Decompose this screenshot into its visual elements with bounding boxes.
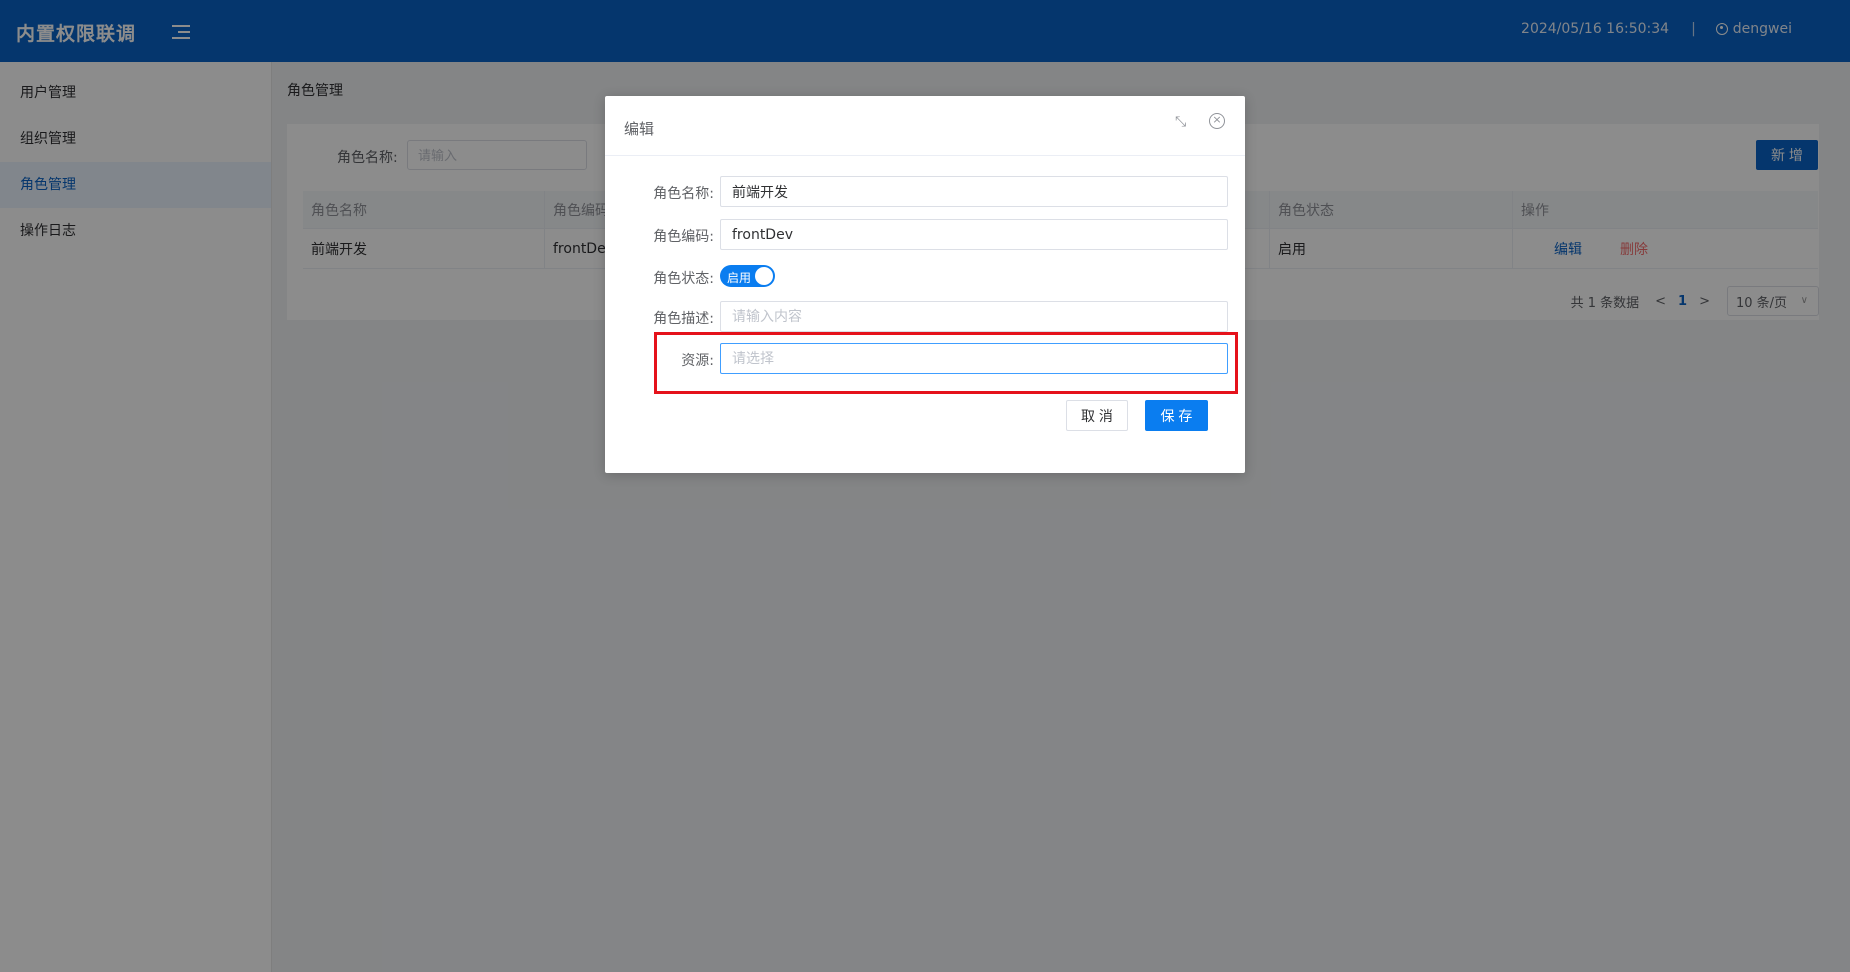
role-code-field[interactable]	[720, 219, 1228, 250]
dialog-header: 编辑 ⤡ ×	[605, 96, 1245, 156]
role-desc-label: 角色描述:	[653, 311, 714, 327]
role-code-label: 角色编码:	[653, 229, 714, 245]
role-name-label: 角色名称:	[653, 186, 714, 202]
toggle-knob	[755, 267, 773, 285]
close-icon[interactable]: ×	[1209, 113, 1225, 129]
fullscreen-icon[interactable]: ⤡	[1175, 114, 1186, 130]
dialog-title: 编辑	[624, 120, 655, 138]
role-desc-field[interactable]	[720, 301, 1228, 332]
role-name-field[interactable]	[720, 176, 1228, 207]
form-row-name: 角色名称:	[605, 176, 1245, 208]
role-status-label: 角色状态:	[653, 271, 714, 287]
edit-dialog: 编辑 ⤡ × 角色名称: 角色编码: 角色状态: 启用 角色描述: 资源: 取 …	[605, 96, 1245, 473]
form-row-desc: 角色描述:	[605, 301, 1245, 333]
save-button[interactable]: 保 存	[1145, 400, 1208, 431]
form-row-status: 角色状态: 启用	[605, 261, 1245, 293]
form-row-code: 角色编码:	[605, 219, 1245, 251]
toggle-text: 启用	[727, 271, 752, 285]
highlight-box	[654, 332, 1238, 394]
cancel-button[interactable]: 取 消	[1066, 400, 1128, 431]
status-toggle[interactable]: 启用	[720, 265, 775, 287]
